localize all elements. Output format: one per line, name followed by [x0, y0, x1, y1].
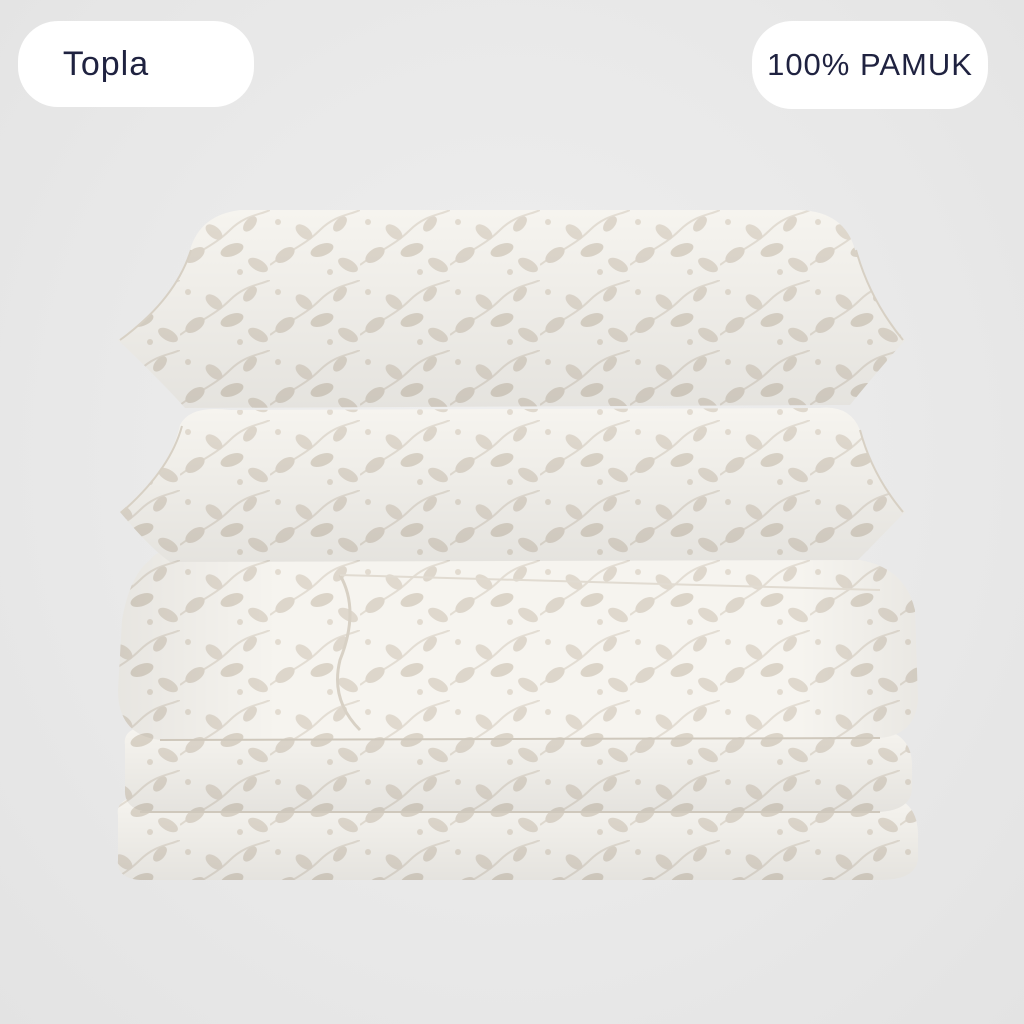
pillow-upper — [118, 210, 905, 408]
cotton-badge: 100% PAMUK — [752, 21, 988, 109]
duvet-top-fold — [118, 547, 918, 741]
cotton-badge-label: 100% PAMUK — [767, 47, 973, 82]
pillow-lower — [120, 407, 905, 562]
fold-badge-label: Topla — [62, 44, 150, 83]
bedding-set-illustration — [117, 210, 918, 880]
fold-badge: Topla — [18, 21, 254, 107]
product-image: Topla 100% PAMUK — [0, 0, 1024, 1024]
